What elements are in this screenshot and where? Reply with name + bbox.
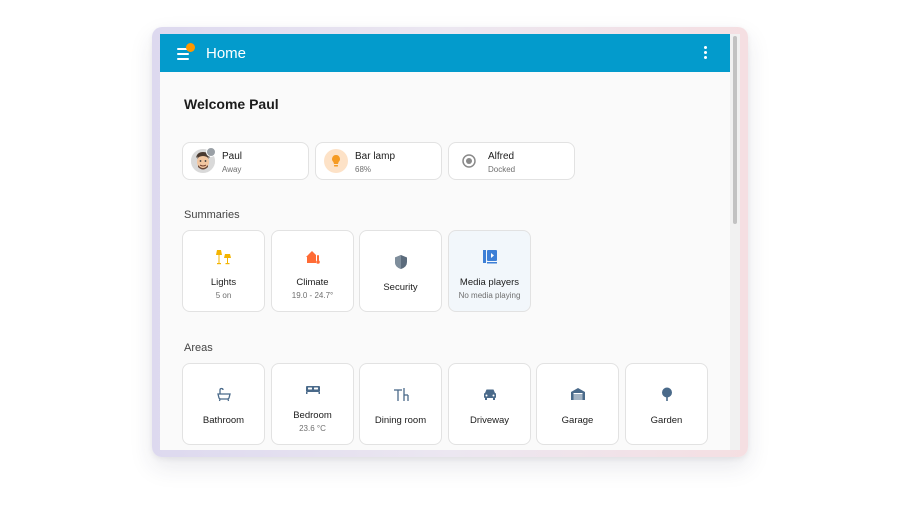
- away-status-icon: [206, 147, 216, 157]
- area-sub: 23.6 °C: [299, 424, 326, 433]
- bathtub-icon: [216, 386, 232, 402]
- summary-tile-media-players[interactable]: Media players No media playing: [448, 230, 531, 312]
- area-tile-garden[interactable]: Garden: [625, 363, 708, 445]
- garage-icon: [570, 386, 586, 402]
- menu-button[interactable]: [177, 43, 197, 61]
- entity-state: 68%: [355, 165, 372, 174]
- summaries-heading: Summaries: [184, 209, 240, 221]
- summary-label: Lights: [210, 277, 237, 288]
- summary-tile-security[interactable]: Security: [359, 230, 442, 312]
- robot-vacuum-icon: [457, 149, 481, 173]
- shield-icon: [393, 254, 409, 270]
- entity-name: Alfred: [488, 151, 515, 162]
- area-label: Bathroom: [202, 415, 245, 426]
- area-label: Driveway: [469, 415, 510, 426]
- entity-name: Bar lamp: [355, 151, 396, 162]
- lightbulb-icon: [324, 149, 348, 173]
- summary-sub: No media playing: [458, 291, 521, 300]
- tree-icon: [659, 386, 675, 402]
- entity-chip-paul[interactable]: Paul Away: [182, 142, 309, 180]
- app-screen: Home Welcome Paul Paul Away Bar lamp 68%…: [160, 34, 740, 450]
- scrollbar[interactable]: [730, 34, 740, 450]
- media-library-icon: [482, 249, 498, 265]
- car-icon: [482, 386, 498, 402]
- area-label: Dining room: [374, 415, 427, 426]
- page-title: Home: [206, 45, 247, 62]
- areas-heading: Areas: [184, 342, 213, 354]
- summary-sub: 19.0 - 24.7°: [291, 291, 334, 300]
- notification-badge: [186, 43, 195, 52]
- home-thermometer-icon: [305, 249, 321, 265]
- welcome-heading: Welcome Paul: [184, 96, 279, 112]
- entity-state: Away: [222, 165, 242, 174]
- top-app-bar: Home: [160, 34, 730, 72]
- more-options-button[interactable]: [700, 46, 710, 62]
- entity-chip-alfred[interactable]: Alfred Docked: [448, 142, 575, 180]
- scrollbar-thumb[interactable]: [733, 36, 737, 224]
- summary-tile-climate[interactable]: Climate 19.0 - 24.7°: [271, 230, 354, 312]
- floor-lamp-icon: [215, 249, 232, 265]
- summary-label: Media players: [459, 277, 520, 288]
- area-tile-dining-room[interactable]: Dining room: [359, 363, 442, 445]
- area-label: Garden: [650, 415, 683, 426]
- entity-chip-bar-lamp[interactable]: Bar lamp 68%: [315, 142, 442, 180]
- summary-sub: 5 on: [215, 291, 232, 300]
- summary-tile-lights[interactable]: Lights 5 on: [182, 230, 265, 312]
- avatar-icon: [191, 147, 216, 173]
- area-tile-bedroom[interactable]: Bedroom 23.6 °C: [271, 363, 354, 445]
- summary-label: Climate: [296, 277, 329, 288]
- area-tile-garage[interactable]: Garage: [536, 363, 619, 445]
- area-label: Bedroom: [293, 410, 332, 421]
- bed-icon: [305, 381, 321, 397]
- table-chair-icon: [393, 386, 409, 402]
- area-tile-bathroom[interactable]: Bathroom: [182, 363, 265, 445]
- summary-label: Security: [383, 282, 418, 293]
- area-label: Garage: [561, 415, 594, 426]
- entity-name: Paul: [222, 151, 243, 162]
- entity-state: Docked: [488, 165, 516, 174]
- area-tile-driveway[interactable]: Driveway: [448, 363, 531, 445]
